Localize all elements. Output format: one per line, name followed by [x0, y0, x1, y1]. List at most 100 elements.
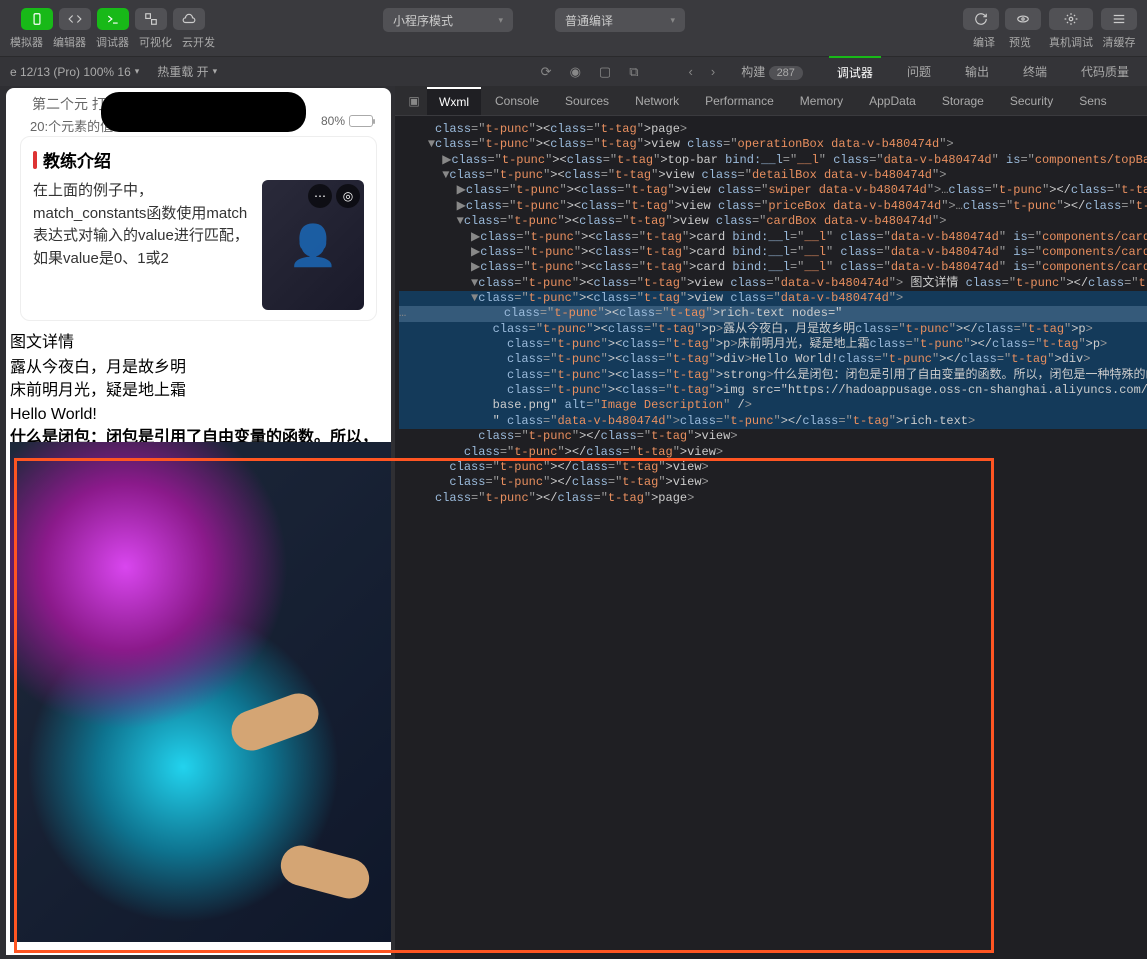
tab-appdata[interactable]: AppData — [857, 88, 928, 114]
top-toolbar: 模拟器 编辑器 调试器 可视化 云开发 小程序模式 ▾ 普通编译 ▾ 编译 预览 — [0, 0, 1147, 56]
arrow-prev-icon[interactable]: ‹ — [689, 64, 693, 79]
dom-line[interactable]: class="t-punc"><class="t-tag">div>Hello … — [399, 352, 1147, 367]
preview-label: 预览 — [1009, 34, 1031, 50]
dom-line[interactable]: class="t-punc"></class="t-tag">view> — [399, 460, 1147, 475]
dom-line[interactable]: base.png" alt="Image Description" /> — [399, 398, 1147, 413]
editor-label: 编辑器 — [53, 34, 86, 50]
tab-code-quality[interactable]: 代码质量 — [1073, 57, 1137, 86]
preview-button[interactable] — [1005, 8, 1041, 30]
clear-cache-label: 清缓存 — [1103, 34, 1136, 50]
tab-memory[interactable]: Memory — [788, 88, 855, 114]
tab-output[interactable]: 输出 — [957, 57, 997, 86]
device-debug-label: 真机调试 — [1049, 34, 1093, 50]
dom-line[interactable]: class="t-punc"><class="t-tag">img src="h… — [399, 383, 1147, 398]
tab-sens[interactable]: Sens — [1067, 88, 1118, 114]
dom-line[interactable]: ▼class="t-punc"><class="t-tag">view clas… — [399, 214, 1147, 229]
tab-debugger[interactable]: 调试器 — [829, 56, 881, 87]
main-area: 第二个元 打印第一 20:个元素的值 80% 教练介绍 在上面的例子中，matc… — [0, 86, 1147, 959]
devtools-body: class="t-punc"><class="t-tag">page> ▼cla… — [395, 116, 1147, 959]
rich-hello: Hello World! — [10, 403, 387, 426]
dom-line[interactable]: ▼class="t-punc"><class="t-tag">view clas… — [399, 168, 1147, 183]
hot-reload-toggle[interactable]: 热重载 开 ▾ — [157, 63, 217, 80]
dom-line[interactable]: ▶class="t-punc"><class="t-tag">card bind… — [399, 260, 1147, 275]
simulator-button[interactable] — [21, 8, 53, 30]
simulator-panel: 第二个元 打印第一 20:个元素的值 80% 教练介绍 在上面的例子中，matc… — [0, 86, 395, 959]
inspect-icon[interactable]: ▣ — [403, 94, 425, 108]
target-icon[interactable]: ◎ — [336, 184, 360, 208]
dom-line[interactable]: class="t-punc"></class="t-tag">page> — [399, 491, 1147, 506]
rich-header: 图文详情 — [10, 331, 387, 354]
dom-line[interactable]: ▶class="t-punc"><class="t-tag">view clas… — [399, 199, 1147, 214]
device-icon[interactable]: ▢ — [599, 64, 611, 80]
mode-dropdown[interactable]: 小程序模式 ▾ — [383, 8, 513, 32]
tab-performance[interactable]: Performance — [693, 88, 786, 114]
dom-line[interactable]: ▶class="t-punc"><class="t-tag">card bind… — [399, 230, 1147, 245]
battery-icon — [349, 115, 373, 127]
dom-line[interactable]: class="t-punc"><class="t-tag">p>露从今夜白，月是… — [399, 322, 1147, 337]
dom-line[interactable]: " class="data-v-b480474d">class="t-punc"… — [399, 414, 1147, 429]
chevron-down-icon: ▾ — [213, 66, 218, 77]
tab-build[interactable]: 构建 287 — [733, 57, 811, 86]
chevron-down-icon: ▾ — [135, 66, 140, 77]
dom-line[interactable]: ▶class="t-punc"><class="t-tag">card bind… — [399, 245, 1147, 260]
dom-line[interactable]: ▶class="t-punc"><class="t-tag">view clas… — [399, 183, 1147, 198]
devtools-tabs: ▣ Wxml Console Sources Network Performan… — [395, 86, 1147, 116]
compile-label: 编译 — [973, 34, 995, 50]
dom-line[interactable]: … class="t-punc"><class="t-tag">rich-tex… — [399, 306, 1147, 321]
tab-network[interactable]: Network — [623, 88, 691, 114]
rich-image — [10, 442, 391, 942]
tab-sources[interactable]: Sources — [553, 88, 621, 114]
tab-wxml[interactable]: Wxml — [427, 87, 481, 115]
more-icon[interactable]: ⋯ — [308, 184, 332, 208]
tab-terminal[interactable]: 终端 — [1015, 57, 1055, 86]
editor-button[interactable] — [59, 8, 91, 30]
dom-line[interactable]: class="t-punc"><class="t-tag">page> — [399, 122, 1147, 137]
card-title: 教练介绍 — [33, 147, 364, 172]
tab-problems[interactable]: 问题 — [899, 57, 939, 86]
coach-card: 教练介绍 在上面的例子中，match_constants函数使用match表达式… — [20, 136, 377, 321]
refresh-icon[interactable]: ⟳ — [541, 64, 552, 80]
dom-line[interactable]: class="t-punc"></class="t-tag">view> — [399, 445, 1147, 460]
devtools-panel: ▣ Wxml Console Sources Network Performan… — [395, 86, 1147, 959]
arrow-next-icon[interactable]: › — [711, 64, 715, 79]
notch — [101, 92, 306, 132]
compile-dropdown-label: 普通编译 — [565, 12, 613, 29]
debugger-label: 调试器 — [96, 34, 129, 50]
dom-tree[interactable]: class="t-punc"><class="t-tag">page> ▼cla… — [395, 116, 1147, 959]
expand-icon[interactable]: ⧉ — [629, 64, 638, 80]
card-image: ⋯ ◎ — [262, 180, 364, 310]
cloud-button[interactable] — [173, 8, 205, 30]
rich-p2: 床前明月光，疑是地上霜 — [10, 379, 387, 402]
compile-dropdown[interactable]: 普通编译 ▾ — [555, 8, 685, 32]
tab-security[interactable]: Security — [998, 88, 1065, 114]
tab-console[interactable]: Console — [483, 88, 551, 114]
visualize-button[interactable] — [135, 8, 167, 30]
simulator-label: 模拟器 — [10, 34, 43, 50]
clear-cache-button[interactable] — [1101, 8, 1137, 30]
debugger-button[interactable] — [97, 8, 129, 30]
build-count-badge: 287 — [769, 66, 803, 80]
chevron-down-icon: ▾ — [670, 15, 675, 26]
status-battery: 80% — [321, 114, 373, 128]
mode-dropdown-label: 小程序模式 — [393, 12, 453, 29]
dom-line[interactable]: ▼class="t-punc"><class="t-tag">view clas… — [399, 291, 1147, 306]
tool-group-left: 模拟器 编辑器 调试器 可视化 云开发 — [10, 8, 215, 50]
dom-line[interactable]: ▼class="t-punc"><class="t-tag">view clas… — [399, 276, 1147, 291]
second-toolbar: e 12/13 (Pro) 100% 16 ▾ 热重载 开 ▾ ⟳ ◉ ▢ ⧉ … — [0, 56, 1147, 86]
right-tools: 编译 预览 真机调试 清缓存 — [963, 8, 1137, 50]
dom-line[interactable]: class="t-punc"><class="t-tag">p>床前明月光，疑是… — [399, 337, 1147, 352]
record-icon[interactable]: ◉ — [570, 64, 581, 80]
dom-line[interactable]: class="t-punc"><class="t-tag">strong>什么是… — [399, 368, 1147, 383]
dom-line[interactable]: ▼class="t-punc"><class="t-tag">view clas… — [399, 137, 1147, 152]
dom-line[interactable]: class="t-punc"></class="t-tag">view> — [399, 475, 1147, 490]
compile-button[interactable] — [963, 8, 999, 30]
card-text: 在上面的例子中，match_constants函数使用match表达式对输入的v… — [33, 180, 252, 310]
cloud-label: 云开发 — [182, 34, 215, 50]
tab-storage[interactable]: Storage — [930, 88, 996, 114]
simulator-screen: 第二个元 打印第一 20:个元素的值 80% 教练介绍 在上面的例子中，matc… — [6, 88, 391, 955]
dom-line[interactable]: ▶class="t-punc"><class="t-tag">top-bar b… — [399, 153, 1147, 168]
device-selector[interactable]: e 12/13 (Pro) 100% 16 ▾ — [10, 65, 139, 79]
rich-p1: 露从今夜白，月是故乡明 — [10, 356, 387, 379]
device-debug-button[interactable] — [1049, 8, 1093, 30]
dom-line[interactable]: class="t-punc"></class="t-tag">view> — [399, 429, 1147, 444]
